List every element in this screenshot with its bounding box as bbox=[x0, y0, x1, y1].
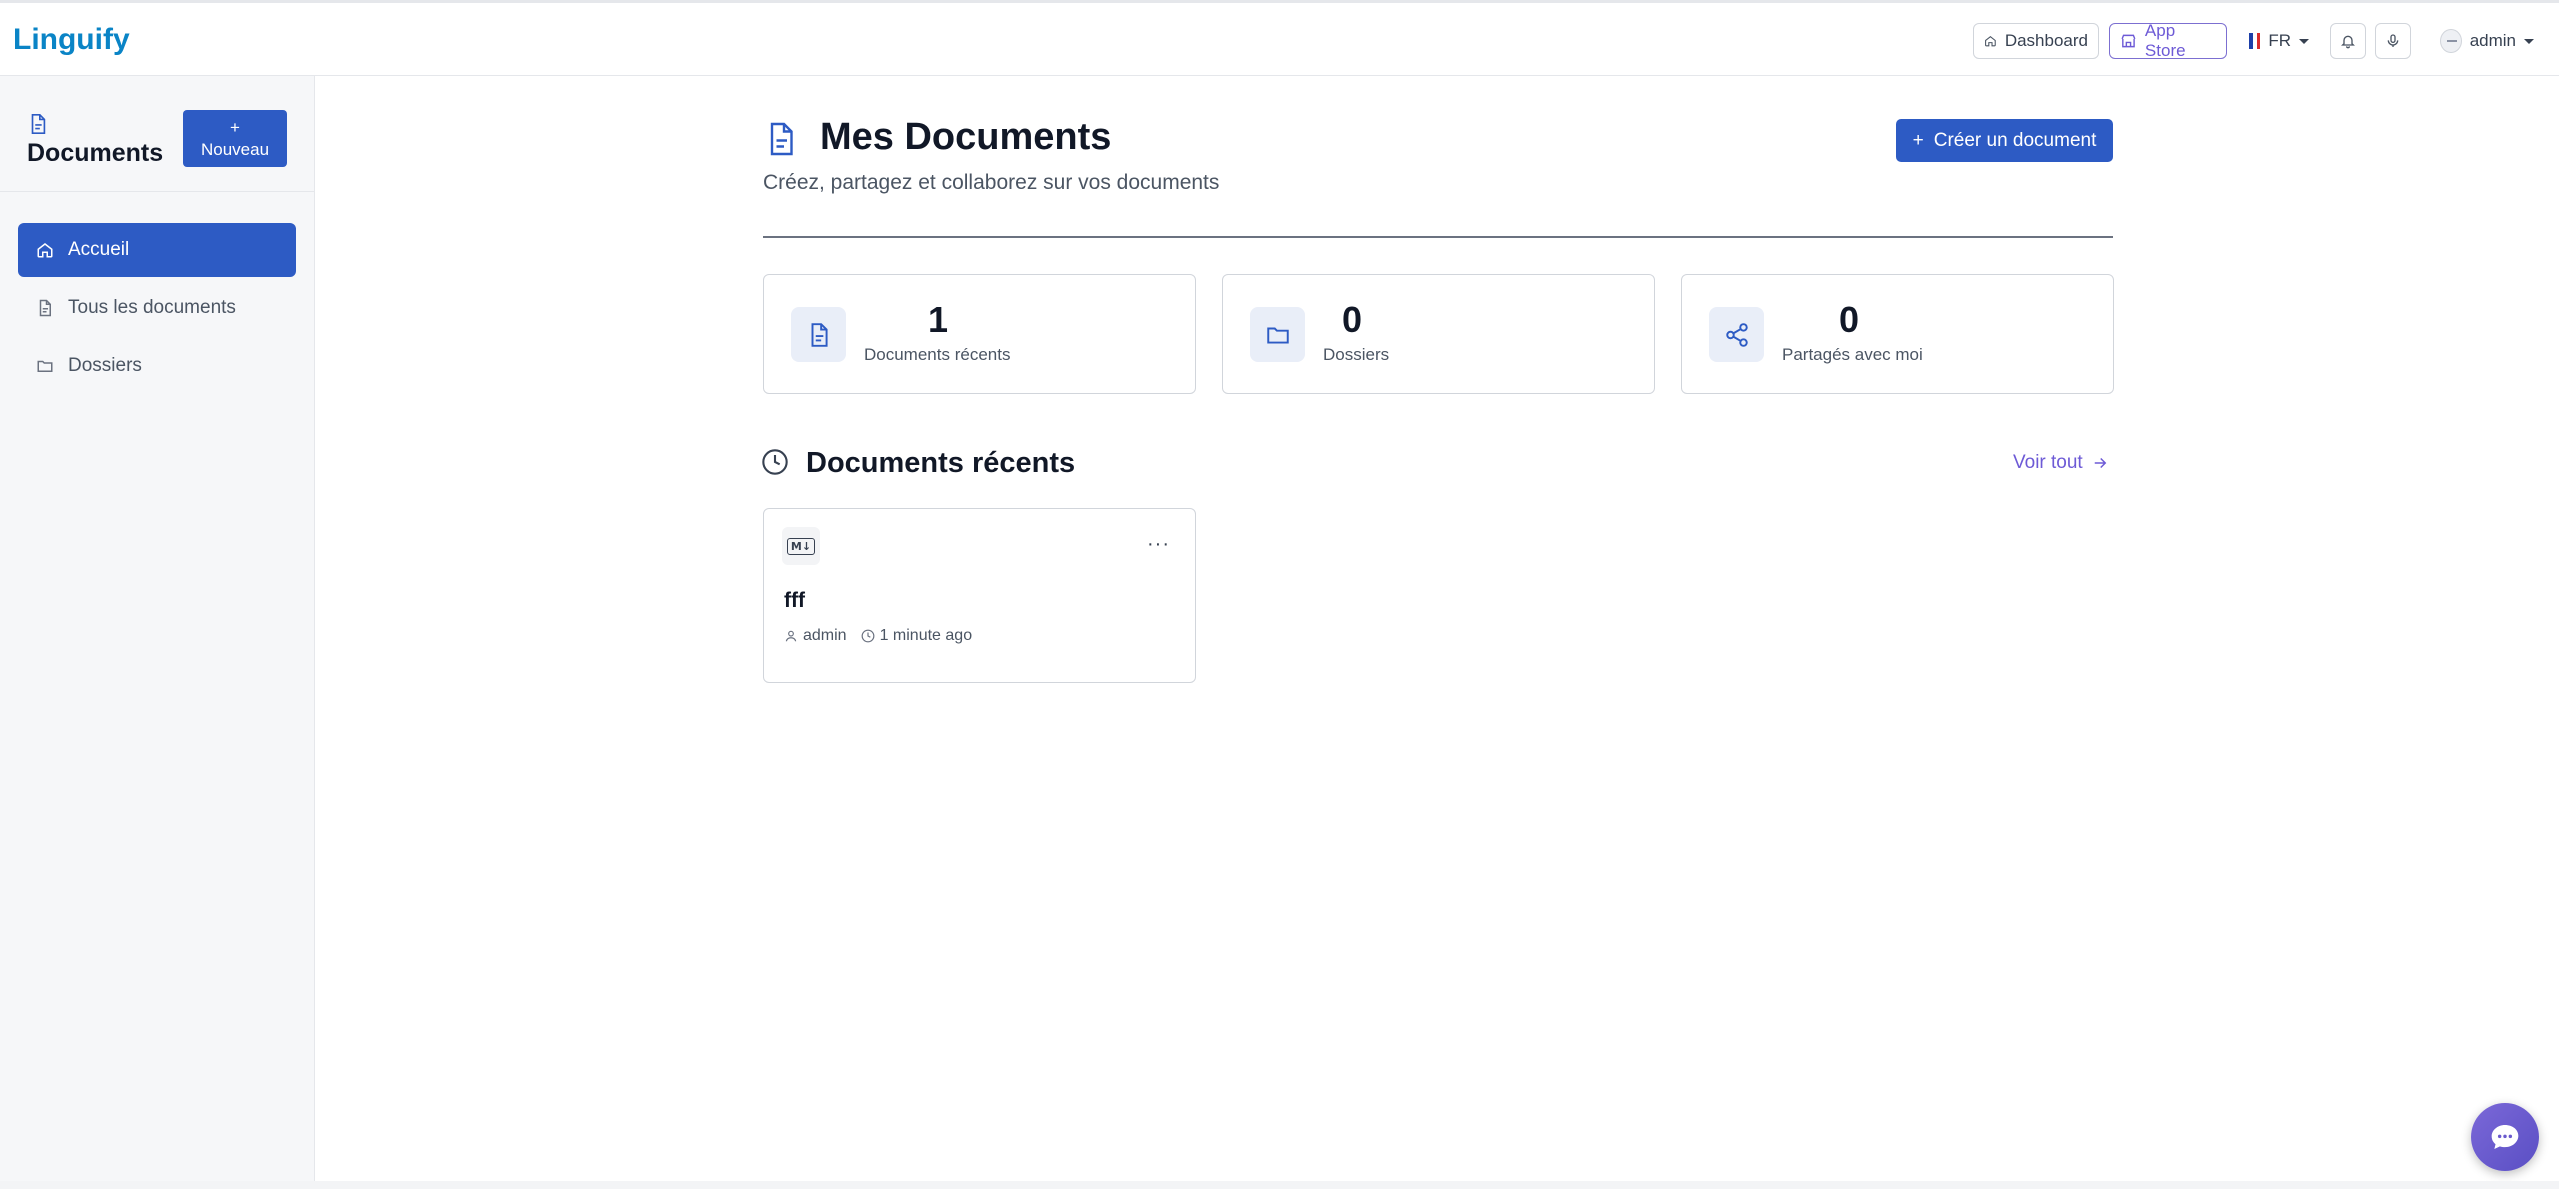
sidebar-header: Documents + Nouveau bbox=[0, 76, 315, 192]
avatar bbox=[2440, 29, 2462, 53]
user-icon bbox=[785, 630, 797, 642]
plus-icon: + bbox=[230, 117, 240, 137]
app-store-button[interactable]: App Store bbox=[2109, 21, 2227, 60]
microphone-button[interactable] bbox=[2375, 23, 2411, 59]
document-name: fff bbox=[784, 589, 805, 612]
notifications-button[interactable] bbox=[2330, 23, 2366, 59]
sidebar: Documents + Nouveau Accueil Tous les doc… bbox=[0, 76, 315, 1181]
language-label: FR bbox=[2268, 31, 2291, 50]
stat-label: Documents récents bbox=[864, 345, 1011, 364]
stat-label: Partagés avec moi bbox=[1782, 345, 1923, 364]
sidebar-item-accueil[interactable]: Accueil bbox=[18, 223, 296, 277]
share-icon bbox=[1725, 322, 1748, 347]
author-name: admin bbox=[803, 627, 847, 644]
page-title: Mes Documents bbox=[820, 116, 1112, 158]
stat-card-folders: 0 Dossiers bbox=[1222, 274, 1655, 394]
document-author: admin bbox=[784, 627, 847, 645]
bottom-scroll-area bbox=[0, 1181, 2559, 1189]
top-header: Linguify Dashboard App Store FR admin bbox=[0, 0, 2559, 76]
document-icon bbox=[31, 114, 46, 134]
stat-label: Dossiers bbox=[1323, 345, 1390, 364]
document-card[interactable]: M↓ ··· fff admin 1 minute ago bbox=[763, 508, 1196, 683]
sidebar-item-label: Dossiers bbox=[68, 355, 142, 376]
recent-documents-title: Documents récents bbox=[806, 447, 1076, 479]
clock-icon bbox=[861, 629, 874, 643]
stat-card-recent-documents: 1 Documents récents bbox=[763, 274, 1196, 394]
markdown-icon: M↓ bbox=[782, 527, 820, 565]
time-label: 1 minute ago bbox=[879, 627, 973, 644]
sidebar-item-all-documents[interactable]: Tous les documents bbox=[18, 281, 296, 335]
user-menu[interactable]: admin bbox=[2429, 23, 2545, 59]
home-icon bbox=[1985, 36, 1996, 47]
divider bbox=[763, 236, 2113, 238]
sidebar-title: Documents bbox=[27, 139, 164, 167]
dashboard-label: Dashboard bbox=[2004, 31, 2088, 50]
document-icon bbox=[811, 322, 828, 347]
brand-logo[interactable]: Linguify bbox=[13, 23, 130, 57]
store-icon bbox=[2121, 34, 2136, 48]
arrow-right-icon bbox=[2094, 457, 2107, 469]
language-selector[interactable]: FR bbox=[2238, 23, 2320, 59]
stat-card-shared-with-me: 0 Partagés avec moi bbox=[1681, 274, 2114, 394]
stat-icon-container bbox=[791, 307, 846, 362]
dashboard-button[interactable]: Dashboard bbox=[1973, 23, 2099, 59]
new-document-button[interactable]: + Nouveau bbox=[183, 110, 287, 167]
chat-bubble-icon bbox=[2491, 1125, 2519, 1149]
markdown-badge: M↓ bbox=[786, 537, 816, 555]
chevron-down-icon bbox=[2524, 38, 2534, 44]
see-all-link[interactable]: Voir tout bbox=[2013, 452, 2109, 474]
chat-button[interactable] bbox=[2471, 1103, 2539, 1171]
stat-value: 0 bbox=[1839, 299, 1860, 340]
create-button-label: Créer un document bbox=[1933, 129, 2097, 151]
stat-value: 1 bbox=[928, 299, 949, 340]
stat-value: 0 bbox=[1342, 299, 1363, 340]
clock-icon bbox=[762, 449, 788, 475]
page-subtitle: Créez, partagez et collaborez sur vos do… bbox=[763, 171, 1220, 194]
app-store-label: App Store bbox=[2144, 21, 2186, 60]
document-icon bbox=[39, 299, 51, 317]
plus-icon: + bbox=[1912, 129, 1924, 151]
stat-icon-container bbox=[1709, 307, 1764, 362]
home-icon bbox=[37, 243, 53, 258]
bell-icon bbox=[2341, 35, 2355, 49]
user-name: admin bbox=[2469, 31, 2516, 50]
document-meta: admin 1 minute ago bbox=[784, 627, 972, 645]
flag-fr-icon bbox=[2249, 33, 2261, 49]
new-button-label: Nouveau bbox=[200, 139, 270, 159]
see-all-label: Voir tout bbox=[2013, 452, 2083, 473]
sidebar-item-folders[interactable]: Dossiers bbox=[18, 339, 296, 393]
chevron-down-icon bbox=[2299, 38, 2309, 44]
microphone-icon bbox=[2387, 34, 2399, 47]
create-document-button[interactable]: + Créer un document bbox=[1896, 119, 2113, 162]
sidebar-item-label: Tous les documents bbox=[68, 297, 236, 318]
sidebar-item-label: Accueil bbox=[68, 239, 130, 260]
more-options-icon[interactable]: ··· bbox=[1147, 533, 1170, 556]
folder-icon bbox=[1266, 327, 1289, 344]
folder-icon bbox=[37, 360, 53, 372]
stat-icon-container bbox=[1250, 307, 1305, 362]
document-time: 1 minute ago bbox=[861, 627, 973, 645]
document-icon bbox=[770, 122, 793, 156]
